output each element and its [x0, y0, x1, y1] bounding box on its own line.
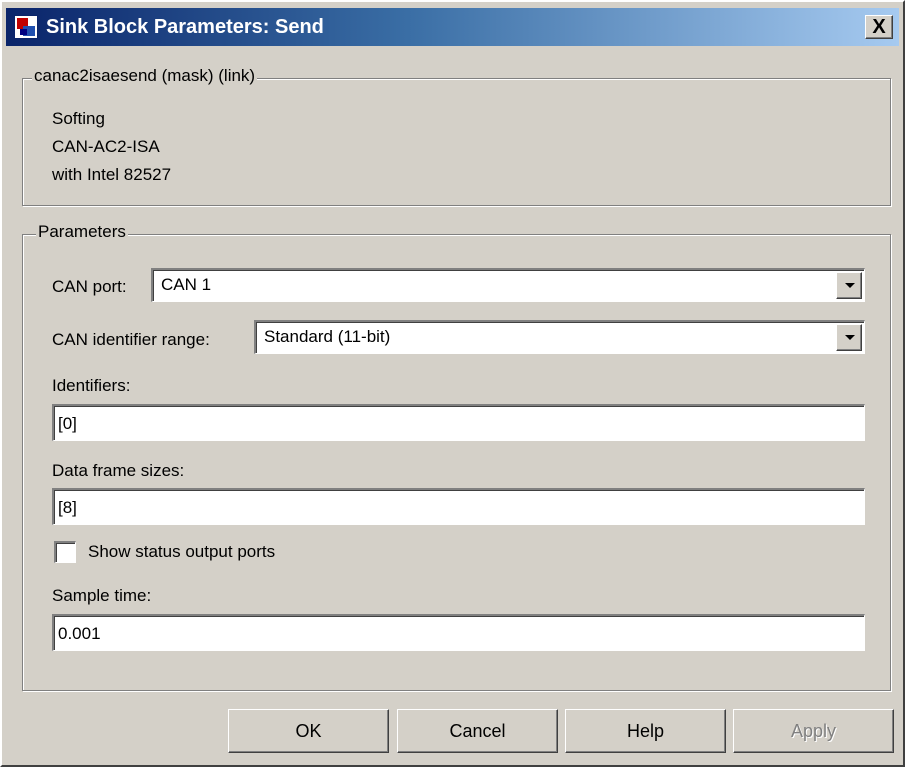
description-line-2: CAN-AC2-ISA [52, 137, 160, 156]
title-bar[interactable]: Sink Block Parameters: Send X [6, 8, 899, 46]
can-id-range-value: Standard (11-bit) [264, 327, 391, 346]
close-button[interactable]: X [865, 15, 893, 39]
can-port-value: CAN 1 [161, 275, 212, 294]
data-frame-sizes-label: Data frame sizes: [52, 461, 185, 480]
can-port-label: CAN port: [52, 277, 127, 296]
can-id-range-select[interactable]: Standard (11-bit) [254, 320, 865, 354]
can-id-range-label: CAN identifier range: [52, 330, 210, 349]
identifiers-field[interactable]: [0] [52, 404, 865, 441]
description-legend: canac2isaesend (mask) (link) [32, 66, 258, 86]
chevron-down-icon[interactable] [836, 324, 862, 351]
ok-button[interactable]: OK [228, 709, 389, 753]
apply-button[interactable]: Apply [733, 709, 894, 753]
help-button[interactable]: Help [565, 709, 726, 753]
show-status-label[interactable]: Show status output ports [88, 542, 275, 562]
chevron-down-icon[interactable] [836, 272, 862, 299]
can-port-select[interactable]: CAN 1 [151, 268, 865, 302]
sample-time-field[interactable]: 0.001 [52, 614, 865, 651]
simulink-app-icon [14, 15, 38, 39]
cancel-button[interactable]: Cancel [397, 709, 558, 753]
identifiers-label: Identifiers: [52, 376, 131, 395]
description-line-1: Softing [52, 109, 105, 128]
sample-time-value: 0.001 [58, 624, 101, 643]
parameters-legend: Parameters [36, 222, 128, 242]
dialog-window: Sink Block Parameters: Send X canac2isae… [0, 0, 905, 767]
description-line-3: with Intel 82527 [52, 165, 172, 184]
window-title: Sink Block Parameters: Send [46, 15, 324, 38]
data-frame-sizes-value: [8] [58, 498, 77, 517]
data-frame-sizes-field[interactable]: [8] [52, 488, 865, 525]
identifiers-value: [0] [58, 414, 77, 433]
show-status-checkbox[interactable] [54, 541, 76, 563]
sample-time-label: Sample time: [52, 586, 152, 605]
